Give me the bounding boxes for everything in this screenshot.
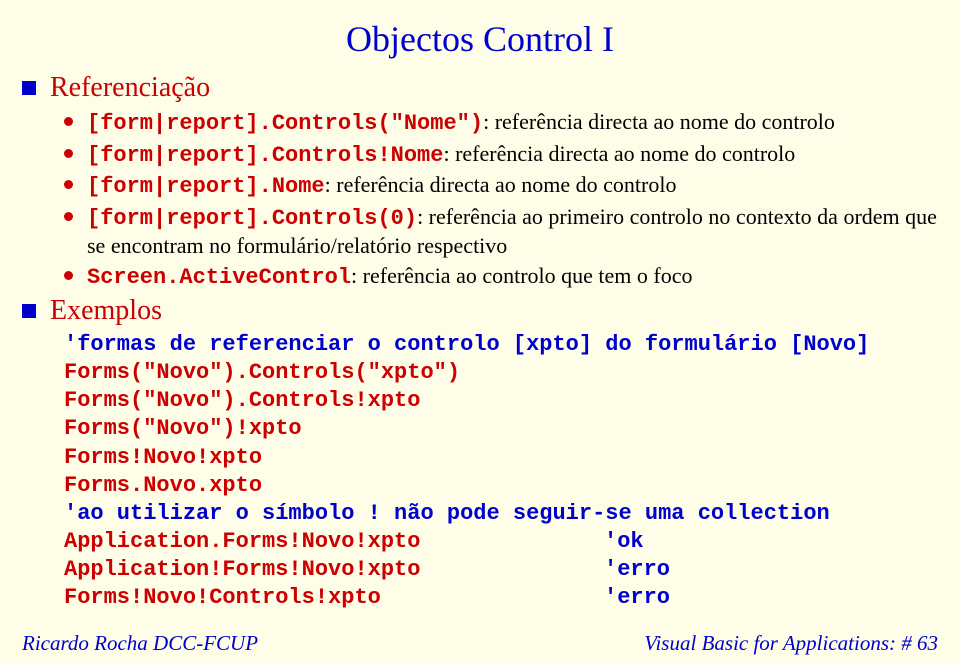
square-bullet-icon — [22, 81, 36, 95]
round-bullet-icon — [64, 149, 73, 158]
code-block: 'formas de referenciar o controlo [xpto]… — [64, 331, 938, 613]
code-line: Application!Forms!Novo!xpto — [64, 556, 604, 584]
code-span: [form|report].Controls!Nome — [87, 143, 443, 168]
section-heading-referencing: Referenciação — [22, 72, 938, 104]
code-span: [form|report].Controls(0) — [87, 206, 417, 231]
code-line: Forms!Novo!Controls!xpto — [64, 584, 604, 612]
heading-text: Referenciação — [50, 72, 210, 104]
item-body: [form|report].Controls(0): referência ao… — [87, 203, 938, 260]
code-span: Screen.ActiveControl — [87, 265, 351, 290]
list-item: [form|report].Nome: referência directa a… — [64, 171, 938, 201]
item-body: [form|report].Controls!Nome: referência … — [87, 140, 938, 170]
code-span: [form|report].Nome — [87, 174, 325, 199]
round-bullet-icon — [64, 117, 73, 126]
heading-text: Exemplos — [50, 295, 162, 327]
code-line: Forms("Novo").Controls("xpto") — [64, 360, 460, 385]
desc-span: : referência directa ao nome do controlo — [483, 109, 835, 134]
code-comment: 'formas de referenciar o controlo [xpto]… — [64, 332, 869, 357]
round-bullet-icon — [64, 180, 73, 189]
code-line: Application.Forms!Novo!xpto — [64, 528, 604, 556]
item-body: [form|report].Controls("Nome"): referênc… — [87, 108, 938, 138]
code-comment: 'erro — [604, 557, 670, 582]
code-line: Forms.Novo.xpto — [64, 473, 262, 498]
square-bullet-icon — [22, 304, 36, 318]
desc-span: : referência directa ao nome do controlo — [325, 172, 677, 197]
desc-span: : referência ao controlo que tem o foco — [351, 263, 692, 288]
round-bullet-icon — [64, 271, 73, 280]
code-span: [form|report].Controls("Nome") — [87, 111, 483, 136]
code-line: Forms("Novo")!xpto — [64, 416, 302, 441]
item-body: [form|report].Nome: referência directa a… — [87, 171, 938, 201]
code-comment: 'ao utilizar o símbolo ! não pode seguir… — [64, 501, 830, 526]
list-item: [form|report].Controls!Nome: referência … — [64, 140, 938, 170]
list-item: [form|report].Controls(0): referência ao… — [64, 203, 938, 260]
code-line: Forms("Novo").Controls!xpto — [64, 388, 420, 413]
code-comment: 'erro — [604, 585, 670, 610]
desc-span: : referência directa ao nome do controlo — [443, 141, 795, 166]
list-item: [form|report].Controls("Nome"): referênc… — [64, 108, 938, 138]
code-line: Forms!Novo!xpto — [64, 445, 262, 470]
footer-right: Visual Basic for Applications: # 63 — [644, 631, 938, 656]
page-title: Objectos Control I — [22, 18, 938, 60]
section-heading-examples: Exemplos — [22, 295, 938, 327]
code-comment: 'ok — [604, 529, 644, 554]
round-bullet-icon — [64, 212, 73, 221]
footer: Ricardo Rocha DCC-FCUP Visual Basic for … — [22, 631, 938, 656]
item-body: Screen.ActiveControl: referência ao cont… — [87, 262, 938, 292]
list-item: Screen.ActiveControl: referência ao cont… — [64, 262, 938, 292]
footer-left: Ricardo Rocha DCC-FCUP — [22, 631, 258, 656]
